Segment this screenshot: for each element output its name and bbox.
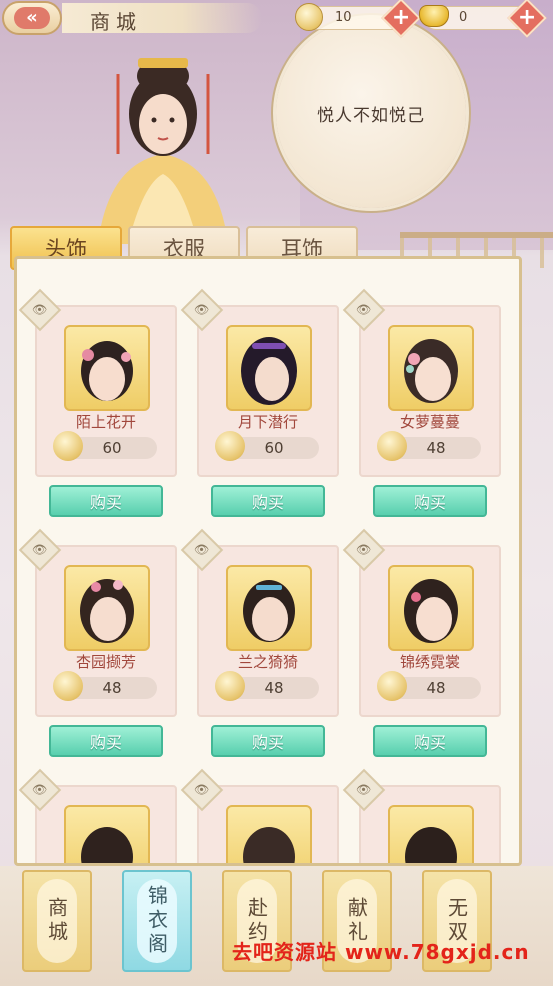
preview-eye-icon[interactable]: 👁 <box>180 528 224 572</box>
item-price: 60 <box>215 431 319 461</box>
ingot-icon <box>419 5 449 27</box>
page-title: 商城 <box>90 10 142 34</box>
buy-button[interactable]: 购买 <box>211 485 325 517</box>
item-price: 48 <box>377 671 481 701</box>
plus-icon: + <box>517 5 537 31</box>
preview-eye-icon[interactable]: 👁 <box>18 528 62 572</box>
item-name: 兰之猗猗 <box>237 653 298 671</box>
item-card[interactable]: 👁 锦绣霓裳 48 <box>342 528 501 717</box>
plus-icon: + <box>391 5 411 31</box>
back-arrow-icon: « <box>14 7 50 29</box>
coin-icon <box>295 3 323 31</box>
preview-eye-icon[interactable]: 👁 <box>342 288 386 332</box>
item-card[interactable]: 👁 <box>342 768 501 863</box>
item-price: 48 <box>215 671 319 701</box>
preview-eye-icon[interactable]: 👁 <box>180 288 224 332</box>
character-portrait <box>88 44 238 244</box>
item-card[interactable]: 👁 兰之猗猗 48 <box>180 528 339 717</box>
item-price: 48 <box>377 431 481 461</box>
title-plate: 商城 <box>62 3 262 34</box>
ingot-value: 0 <box>459 10 468 25</box>
item-portrait <box>64 565 150 651</box>
item-name: 女萝蔓蔓 <box>399 413 460 431</box>
item-name: 陌上花开 <box>75 413 136 431</box>
item-portrait <box>226 325 312 411</box>
nav-wardrobe[interactable]: 锦衣阁 <box>122 870 192 972</box>
item-card[interactable]: 👁 <box>180 768 339 863</box>
bottom-nav: 商城 锦衣阁 赴约 献礼 无双 <box>0 866 553 986</box>
item-grid-panel: 👁 陌上花开 60 👁 月下潜行 60 👁 女萝蔓蔓 48 购买 购买 购买 👁… <box>14 256 522 866</box>
item-card[interactable]: 👁 陌上花开 60 <box>18 288 177 477</box>
item-portrait <box>64 805 150 863</box>
item-price: 60 <box>53 431 157 461</box>
buy-button[interactable]: 购买 <box>373 725 487 757</box>
top-bar: 商城 « 10 + 0 + <box>0 0 553 38</box>
watermark-text: 去吧资源站 www.78gxjd.cn <box>232 940 530 964</box>
preview-eye-icon[interactable]: 👁 <box>342 528 386 572</box>
item-name: 杏园撷芳 <box>75 653 136 671</box>
item-card[interactable]: 👁 <box>18 768 177 863</box>
buy-button[interactable]: 购买 <box>49 725 163 757</box>
item-name: 锦绣霓裳 <box>399 653 460 671</box>
add-ingots-button[interactable]: + <box>507 0 547 38</box>
back-button[interactable]: « <box>2 1 62 35</box>
item-portrait <box>226 565 312 651</box>
item-card[interactable]: 👁 杏园撷芳 48 <box>18 528 177 717</box>
buy-button[interactable]: 购买 <box>211 725 325 757</box>
preview-eye-icon[interactable]: 👁 <box>342 768 386 812</box>
buy-button[interactable]: 购买 <box>373 485 487 517</box>
item-portrait <box>64 325 150 411</box>
preview-eye-icon[interactable]: 👁 <box>180 768 224 812</box>
add-coins-button[interactable]: + <box>381 0 421 38</box>
preview-eye-icon[interactable]: 👁 <box>18 768 62 812</box>
item-portrait <box>388 325 474 411</box>
item-price: 48 <box>53 671 157 701</box>
item-portrait <box>226 805 312 863</box>
preview-eye-icon[interactable]: 👁 <box>18 288 62 332</box>
buy-button[interactable]: 购买 <box>49 485 163 517</box>
item-portrait <box>388 565 474 651</box>
coin-value: 10 <box>335 10 352 25</box>
ingot-counter: 0 + <box>419 0 547 38</box>
nav-shop[interactable]: 商城 <box>22 870 92 972</box>
item-card[interactable]: 👁 女萝蔓蔓 48 <box>342 288 501 477</box>
quote-moon: 悦人不如悦己 <box>276 18 466 208</box>
quote-text: 悦人不如悦己 <box>317 105 425 126</box>
coin-counter: 10 + <box>295 0 421 38</box>
item-card[interactable]: 👁 月下潜行 60 <box>180 288 339 477</box>
item-portrait <box>388 805 474 863</box>
item-name: 月下潜行 <box>237 413 298 431</box>
